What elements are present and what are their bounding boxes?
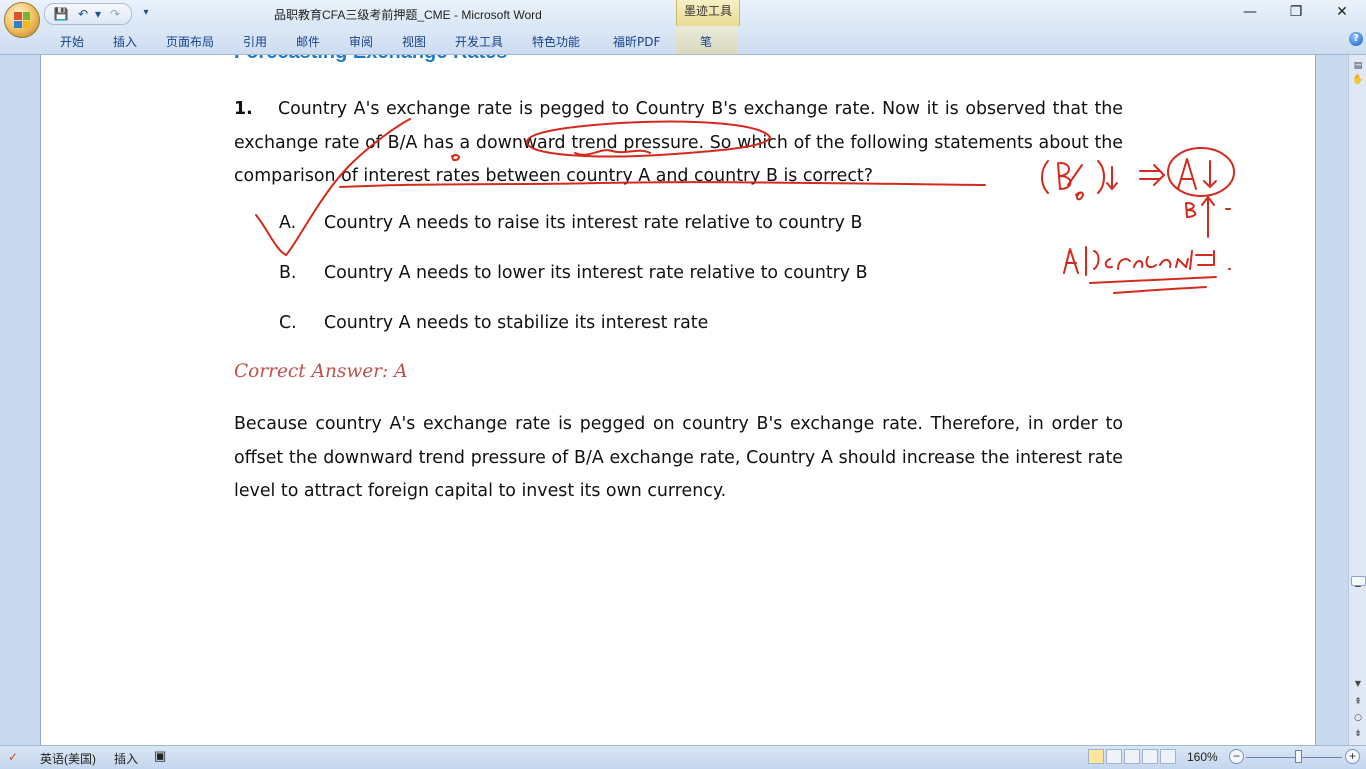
close-button[interactable]: ✕ — [1319, 0, 1365, 26]
office-logo-icon — [14, 12, 30, 28]
undo-dropdown-icon[interactable]: ▾ — [93, 6, 103, 22]
tab-references[interactable]: 引用 — [243, 33, 267, 50]
help-icon[interactable]: ? — [1349, 32, 1363, 46]
document-area: Forecasting Exchange Rates 1.Country A's… — [0, 55, 1348, 745]
undo-icon[interactable]: ↶ — [75, 6, 91, 22]
minimize-button[interactable]: — — [1227, 0, 1273, 26]
customize-qat-icon[interactable]: ▾ — [138, 5, 154, 21]
tab-view[interactable]: 视图 — [402, 33, 426, 50]
quick-access-toolbar: 💾 ↶ ▾ ↷ — [44, 3, 132, 25]
tab-developer[interactable]: 开发工具 — [455, 33, 503, 50]
tab-pens[interactable]: 笔 — [700, 33, 712, 50]
zoom-level[interactable]: 160% — [1187, 750, 1218, 764]
question-text: Country A's exchange rate is pegged to C… — [234, 99, 1123, 186]
tab-mailings[interactable]: 邮件 — [296, 33, 320, 50]
proofing-icon[interactable]: ✓ — [8, 750, 18, 764]
insert-mode-indicator[interactable]: 插入 — [114, 750, 138, 767]
next-page-icon[interactable]: ⇟ — [1350, 727, 1366, 741]
correct-answer-label: Correct Answer: A — [234, 361, 408, 382]
option-c[interactable]: C. Country A needs to stabilize its inter… — [279, 313, 708, 333]
scroll-thumb[interactable] — [1351, 576, 1366, 586]
scroll-down-icon[interactable]: ▼ — [1350, 677, 1366, 691]
option-a[interactable]: A. Country A needs to raise its interest … — [279, 213, 862, 233]
save-icon[interactable]: 💾 — [53, 6, 69, 22]
outline-view-icon[interactable] — [1142, 749, 1158, 764]
web-layout-view-icon[interactable] — [1124, 749, 1140, 764]
ruler-toggle-icon[interactable]: ▤ — [1350, 59, 1366, 73]
tab-review[interactable]: 审阅 — [349, 33, 373, 50]
ink-tools-context-label: 墨迹工具 — [676, 0, 740, 26]
option-letter: C. — [279, 313, 297, 333]
window-title: 品职教育CFA三级考前押题_CME - Microsoft Word — [274, 8, 542, 22]
vertical-scrollbar[interactable]: ▤ ✋ ▲ ▼ ⇞ ○ ⇟ — [1348, 55, 1366, 745]
tab-insert[interactable]: 插入 — [113, 33, 137, 50]
office-button[interactable] — [4, 2, 40, 38]
redo-icon[interactable]: ↷ — [107, 6, 123, 22]
restore-button[interactable]: ❐ — [1273, 0, 1319, 26]
explanation-paragraph[interactable]: Because country A's exchange rate is peg… — [234, 408, 1123, 509]
tab-home[interactable]: 开始 — [60, 33, 84, 50]
status-bar: ✓ 英语(美国) 插入 ▣ 160% − + — [0, 745, 1366, 769]
zoom-slider-thumb[interactable] — [1295, 750, 1302, 763]
section-heading: Forecasting Exchange Rates — [234, 55, 507, 64]
title-bar: 💾 ↶ ▾ ↷ ▾ 品职教育CFA三级考前押题_CME - Microsoft … — [0, 0, 1366, 26]
zoom-out-button[interactable]: − — [1229, 749, 1244, 764]
print-layout-view-icon[interactable] — [1088, 749, 1104, 764]
option-letter: B. — [279, 263, 297, 283]
option-b[interactable]: B. Country A needs to lower its interest … — [279, 263, 868, 283]
previous-page-icon[interactable]: ⇞ — [1350, 695, 1366, 709]
question-number: 1. — [234, 99, 253, 119]
question-paragraph[interactable]: 1. Country A's exchange rate is pegged to… — [234, 93, 1123, 194]
select-browse-object-icon[interactable]: ○ — [1350, 711, 1366, 725]
option-letter: A. — [279, 213, 297, 233]
pan-hand-icon[interactable]: ✋ — [1350, 73, 1366, 87]
option-text: Country A needs to lower its interest ra… — [324, 263, 868, 283]
tab-foxit-pdf[interactable]: 福昕PDF — [613, 33, 660, 50]
full-screen-reading-icon[interactable] — [1106, 749, 1122, 764]
tab-page-layout[interactable]: 页面布局 — [166, 33, 214, 50]
tab-features[interactable]: 特色功能 — [532, 33, 580, 50]
ribbon-tab-bar: 开始 插入 页面布局 引用 邮件 审阅 视图 开发工具 特色功能 福昕PDF 笔 — [0, 26, 1366, 55]
draft-view-icon[interactable] — [1160, 749, 1176, 764]
zoom-slider[interactable] — [1246, 757, 1342, 758]
document-page[interactable]: Forecasting Exchange Rates 1.Country A's… — [40, 55, 1316, 745]
zoom-in-button[interactable]: + — [1345, 749, 1360, 764]
option-text: Country A needs to raise its interest ra… — [324, 213, 863, 233]
macro-record-icon[interactable]: ▣ — [154, 748, 166, 764]
option-text: Country A needs to stabilize its interes… — [324, 313, 709, 333]
language-indicator[interactable]: 英语(美国) — [40, 750, 96, 767]
